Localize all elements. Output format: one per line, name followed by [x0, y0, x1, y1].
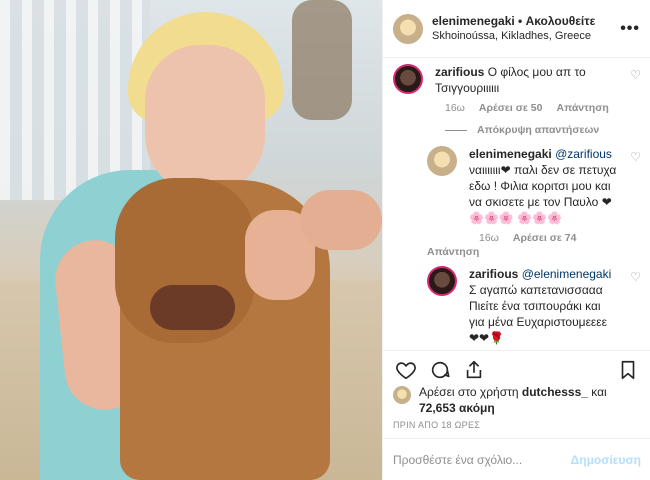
like-heart-icon[interactable] — [393, 357, 419, 383]
post-header: elenimenegaki • Ακολουθείτε Skhoinoússa,… — [383, 0, 650, 58]
likes-text: Αρέσει στο χρήστη dutchesss_ και 72,653 … — [419, 384, 640, 416]
hide-replies-label: Απόκρυψη απαντήσεων — [477, 124, 600, 136]
share-upload-icon[interactable] — [461, 357, 487, 383]
more-options-icon[interactable]: ••• — [620, 20, 640, 38]
comment-input[interactable]: Προσθέστε ένα σχόλιο... — [393, 453, 571, 467]
likes-count-link[interactable]: 72,653 ακόμη — [419, 401, 495, 415]
like-reply-heart-icon[interactable]: ♡ — [630, 270, 641, 284]
instagram-post: elenimenegaki • Ακολουθείτε Skhoinoússa,… — [0, 0, 650, 480]
post-photo[interactable] — [0, 0, 382, 480]
liker-username[interactable]: dutchesss_ — [522, 385, 588, 399]
comment-username[interactable]: zarifious — [435, 65, 484, 79]
comment-item: zarifious Ο φίλος μου απ το Τσιγγουριιιι… — [393, 64, 641, 96]
author-meta: elenimenegaki • Ακολουθείτε Skhoinoússa,… — [432, 13, 614, 44]
reply-item: elenimenegaki @zarifious ναιιιιιιι❤ παλι… — [427, 146, 641, 226]
reply-item: zarifious @elenimenegaki Σ αγαπώ καπεταν… — [427, 266, 641, 346]
reply-text: ναιιιιιιι❤ παλι δεν σε πετυχα εδω ! Φιλι… — [469, 163, 617, 225]
add-comment-row: Προσθέστε ένα σχόλιο... Δημοσίευση — [383, 438, 650, 480]
header-separator: • — [514, 14, 526, 28]
hide-replies-button[interactable]: Απόκρυψη απαντήσεων — [445, 124, 641, 136]
author-avatar[interactable] — [393, 13, 423, 44]
post-location[interactable]: Skhoinoússa, Kikladhes, Greece — [432, 29, 614, 44]
reply-text: Σ αγαπώ καπετανισσααα Πιείτε ένα τσιπουρ… — [469, 283, 607, 345]
likes-prefix: Αρέσει στο χρήστη — [419, 385, 519, 399]
reply-likes-link[interactable]: Αρέσει σε 74 — [513, 232, 577, 244]
like-reply-heart-icon[interactable]: ♡ — [630, 150, 641, 164]
reply-avatar[interactable] — [427, 266, 457, 296]
reply-button[interactable]: Απάντηση — [556, 102, 608, 114]
comment-likes-link[interactable]: Αρέσει σε 50 — [479, 102, 543, 114]
reply-username[interactable]: zarifious — [469, 267, 518, 281]
liker-avatar[interactable] — [393, 386, 411, 404]
reply-body: zarifious @elenimenegaki Σ αγαπώ καπεταν… — [469, 266, 641, 346]
post-sidebar: elenimenegaki • Ακολουθείτε Skhoinoússa,… — [382, 0, 650, 480]
likes-summary: Αρέσει στο χρήστη dutchesss_ και 72,653 … — [393, 384, 640, 416]
photo-tree — [292, 0, 352, 120]
hide-replies-line — [445, 129, 467, 131]
reply-mention[interactable]: @zarifious — [555, 147, 612, 161]
following-button[interactable]: Ακολουθείτε — [526, 14, 596, 28]
reply-actions-second-line: Απάντηση — [427, 246, 641, 258]
save-bookmark-icon[interactable] — [615, 357, 641, 383]
like-comment-heart-icon[interactable]: ♡ — [630, 68, 641, 82]
comment-time: 16ω — [445, 102, 465, 114]
photo-dog-mouth — [150, 285, 235, 330]
reply-actions: 16ω Αρέσει σε 74 — [479, 232, 641, 244]
comment-bubble-icon[interactable] — [427, 357, 453, 383]
reply-mention[interactable]: @elenimenegaki — [522, 267, 612, 281]
photo-face — [145, 45, 265, 195]
reply-body: elenimenegaki @zarifious ναιιιιιιι❤ παλι… — [469, 146, 641, 226]
post-timestamp[interactable]: ΠΡΙΝ ΑΠΟ 18 ΩΡΕΣ — [393, 420, 480, 430]
comment-actions: 16ω Αρέσει σε 50 Απάντηση — [445, 102, 641, 114]
photo-arm-right — [300, 190, 382, 250]
reply-username[interactable]: elenimenegaki — [469, 147, 552, 161]
author-username[interactable]: elenimenegaki — [432, 14, 515, 28]
reply-avatar[interactable] — [427, 146, 457, 176]
publish-button[interactable]: Δημοσίευση — [571, 453, 641, 467]
comments-list[interactable]: zarifious Ο φίλος μου απ το Τσιγγουριιιι… — [383, 58, 650, 350]
reply-to-reply-button[interactable]: Απάντηση — [427, 246, 479, 258]
commenter-avatar[interactable] — [393, 64, 423, 94]
reply-time: 16ω — [479, 232, 499, 244]
likes-and: και — [591, 385, 607, 399]
comment-body: zarifious Ο φίλος μου απ το Τσιγγουριιιι… — [435, 64, 641, 96]
post-action-bar — [383, 350, 650, 388]
